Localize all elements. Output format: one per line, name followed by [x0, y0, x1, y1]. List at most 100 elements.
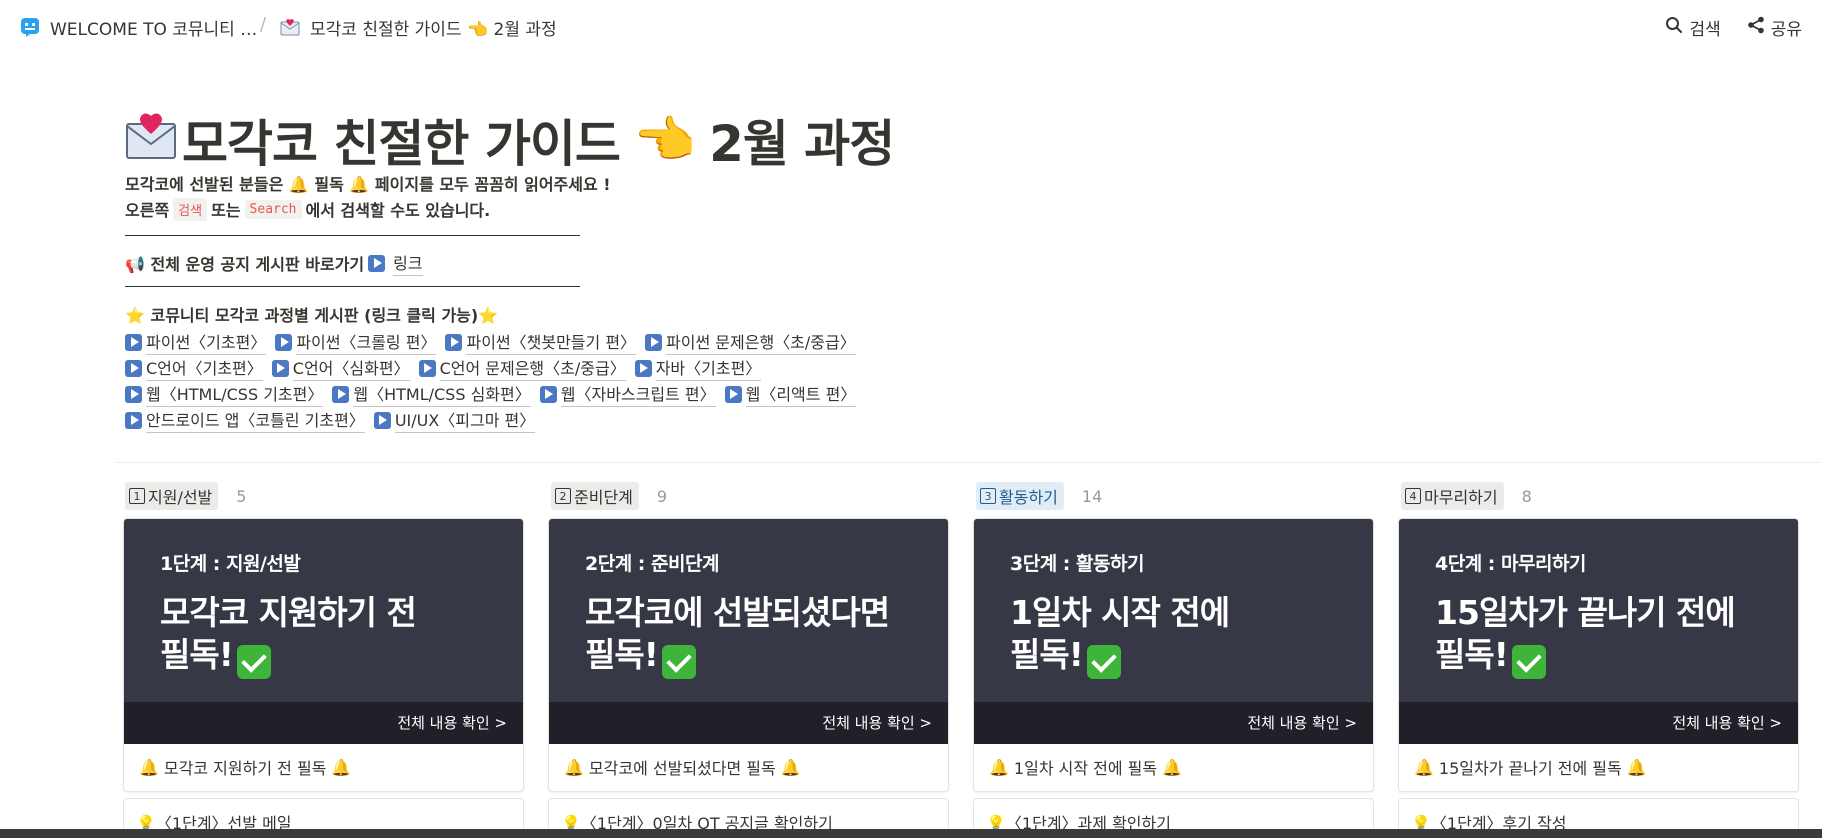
play-icon [539, 385, 557, 403]
card-title-text: 모각코에 선발되셨다면 필독 [588, 759, 776, 778]
column-count: 5 [236, 486, 247, 506]
course-links-row-3: 웹〈HTML/CSS 기초편〉 웹〈HTML/CSS 심화편〉 웹〈자바스크립트… [125, 381, 865, 407]
love-letter-icon [280, 17, 300, 37]
course-link[interactable]: 웹〈리액트 편〉 [724, 381, 857, 407]
bell-icon: 🔔 [139, 757, 159, 777]
cover-stage: 2단계 : 준비단계 [585, 553, 719, 575]
notice-link[interactable]: 링크 [393, 250, 423, 276]
course-link[interactable]: 자바〈기초편〉 [634, 355, 762, 381]
intro-line-1: 모각코에 선발된 분들은 🔔 필독 🔔 페이지를 모두 꼼꼼히 읽어주세요 ! [125, 175, 611, 194]
cover-stage: 4단계 : 마무리하기 [1435, 553, 1586, 575]
column-label: 준비단계 [574, 488, 633, 507]
column-count: 8 [1521, 486, 1532, 506]
column-label: 지원/선발 [148, 488, 213, 507]
check-mark-icon [236, 645, 271, 679]
bell-icon: 🔔 [989, 757, 1009, 777]
check-mark-icon [1086, 645, 1121, 679]
board-column-header[interactable]: 3 활동하기 14 [976, 482, 1102, 510]
bell-icon: 🔔 [780, 757, 801, 777]
course-link[interactable]: 파이썬〈크롤링 편〉 [275, 329, 437, 355]
inline-code-search-en: Search [244, 199, 302, 219]
breadcrumb-workspace[interactable]: WELCOME TO 코뮤니티 … [20, 0, 257, 54]
column-tag: 2 준비단계 [551, 482, 639, 510]
card-title: 🔔 모각코에 선발되셨다면 필독 🔔 [559, 755, 806, 779]
course-link[interactable]: 안드로이드 앱〈코틀린 기초편〉 [125, 407, 365, 433]
breadcrumb-workspace-label: WELCOME TO 코뮤니티 … [50, 19, 258, 40]
notice-label: 📢 전체 운영 공지 게시판 바로가기 [125, 255, 365, 274]
keycap-icon: 3 [980, 488, 996, 504]
cover-headline: 15일차가 끝나기 전에 필독! [1435, 592, 1736, 679]
board-label: ⭐ 코뮤니티 모각코 과정별 게시판 (링크 클릭 가능)⭐ [125, 306, 499, 325]
play-icon [634, 359, 652, 377]
cover-headline-line1: 모각코에 선발되셨다면 [585, 593, 890, 632]
breadcrumb-page-label: 모각코 친절한 가이드 👈 2월 과정 [310, 19, 557, 40]
course-link[interactable]: UI/UX〈피그마 편〉 [373, 407, 536, 433]
play-icon [125, 359, 142, 377]
play-icon [724, 385, 742, 403]
page-title-main: 모각코 친절한 가이드 [182, 115, 621, 173]
course-link[interactable]: 파이썬〈챗봇만들기 편〉 [445, 329, 637, 355]
course-link[interactable]: C언어〈심화편〉 [271, 355, 410, 381]
play-icon [368, 254, 386, 272]
board-column-header[interactable]: 4 마무리하기 8 [1401, 482, 1532, 510]
card-cover: 2단계 : 준비단계 모각코에 선발되셨다면 필독! [549, 519, 948, 702]
intro-line-2: 오른쪽 검색 또는 Search 에서 검색할 수도 있습니다. [125, 197, 490, 221]
card-cover: 3단계 : 활동하기 1일차 시작 전에 필독! [974, 519, 1373, 702]
bell-icon: 🔔 [564, 757, 584, 777]
check-mark-icon [1511, 645, 1546, 679]
board-card[interactable]: 2단계 : 준비단계 모각코에 선발되셨다면 필독! 전체 내용 확인 > 🔔 … [548, 518, 949, 792]
breadcrumb-separator: / [260, 14, 267, 35]
column-count: 9 [656, 486, 668, 506]
notice-line: 📢 전체 운영 공지 게시판 바로가기 링크 [125, 250, 423, 276]
cover-stage: 3단계 : 활동하기 [1010, 553, 1144, 575]
cover-headline-line2: 필독! [1010, 635, 1084, 674]
play-icon [125, 385, 142, 403]
search-label: 검색 [1689, 19, 1721, 40]
cover-headline: 모각코에 선발되셨다면 필독! [585, 592, 890, 679]
board-column-header[interactable]: 2 준비단계 9 [551, 482, 667, 510]
share-label: 공유 [1770, 19, 1802, 40]
course-link[interactable]: 파이썬〈기초편〉 [125, 329, 267, 355]
board-card[interactable]: 1단계 : 지원/선발 모각코 지원하기 전 필독! 전체 내용 확인 > 🔔 … [123, 518, 524, 792]
search-icon [1665, 16, 1683, 39]
card-title: 🔔 15일차가 끝나기 전에 필독 🔔 [1409, 755, 1652, 779]
card-title: 🔔 1일차 시작 전에 필독 🔔 [984, 755, 1187, 779]
breadcrumb-page[interactable]: 모각코 친절한 가이드 👈 2월 과정 [280, 0, 557, 54]
page-title: 모각코 친절한 가이드 👈 2월 과정 [124, 104, 895, 176]
column-tag: 3 활동하기 [976, 482, 1064, 510]
course-link[interactable]: 웹〈HTML/CSS 심화편〉 [332, 381, 531, 407]
share-button[interactable]: 공유 [1747, 15, 1802, 40]
course-links-row-2: C언어〈기초편〉 C언어〈심화편〉 C언어 문제은행〈초/중급〉 자바〈기초편〉 [125, 355, 770, 381]
bell-icon: 🔔 [1162, 757, 1183, 777]
card-cover: 4단계 : 마무리하기 15일차가 끝나기 전에 필독! [1399, 519, 1798, 702]
play-icon [332, 385, 350, 403]
cover-headline-line2: 필독! [160, 635, 234, 674]
column-tag: 4 마무리하기 [1401, 482, 1504, 510]
board-divider [115, 462, 1822, 463]
topbar: WELCOME TO 코뮤니티 … / 모각코 친절한 가이드 👈 2월 과정 … [0, 0, 1822, 54]
card-title-text: 15일차가 끝나기 전에 필독 [1438, 759, 1622, 778]
bell-icon: 🔔 [1414, 757, 1434, 777]
board-column-header[interactable]: 1 지원/선발 5 [125, 482, 246, 510]
course-link[interactable]: 웹〈HTML/CSS 기초편〉 [125, 381, 324, 407]
cover-cta: 전체 내용 확인 > [1399, 702, 1798, 744]
course-link[interactable]: C언어〈기초편〉 [125, 355, 263, 381]
search-button[interactable]: 검색 [1665, 15, 1721, 40]
cover-cta: 전체 내용 확인 > [549, 702, 948, 744]
bottom-edge-bar [0, 829, 1822, 838]
play-icon [418, 359, 436, 377]
hand-pointing-icon: 👈 [633, 110, 696, 169]
course-link[interactable]: 파이썬 문제은행〈초/중급〉 [645, 329, 856, 355]
play-icon [373, 411, 391, 429]
keycap-icon: 4 [1405, 488, 1421, 504]
course-links-row-4: 안드로이드 앱〈코틀린 기초편〉 UI/UX〈피그마 편〉 [125, 407, 544, 433]
intro-line-2-pre: 오른쪽 [125, 201, 170, 220]
board-card[interactable]: 3단계 : 활동하기 1일차 시작 전에 필독! 전체 내용 확인 > 🔔 1일… [973, 518, 1374, 792]
share-icon [1747, 16, 1765, 39]
course-link[interactable]: 웹〈자바스크립트 편〉 [539, 381, 716, 407]
card-title: 🔔 모각코 지원하기 전 필독 🔔 [134, 755, 356, 779]
column-label: 마무리하기 [1424, 488, 1498, 507]
course-link[interactable]: C언어 문제은행〈초/중급〉 [418, 355, 626, 381]
intro-line-2-post: 에서 검색할 수도 있습니다. [305, 201, 491, 220]
board-card[interactable]: 4단계 : 마무리하기 15일차가 끝나기 전에 필독! 전체 내용 확인 > … [1398, 518, 1799, 792]
